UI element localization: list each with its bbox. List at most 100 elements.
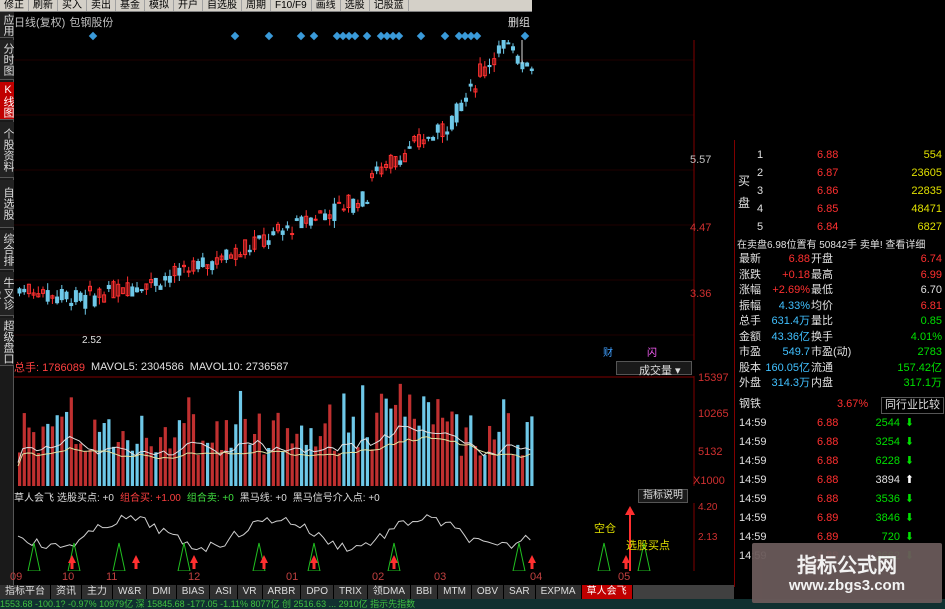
sidebar-item[interactable]: K线图 bbox=[0, 82, 14, 120]
toolbar-item[interactable]: 修正 bbox=[0, 0, 29, 11]
volume-bar bbox=[22, 413, 26, 486]
tab-item[interactable]: OBV bbox=[471, 585, 505, 599]
ind-axis-2: 2.13 bbox=[698, 532, 718, 543]
event-marker[interactable] bbox=[230, 31, 240, 41]
delete-group-label[interactable]: 删组 bbox=[508, 14, 530, 30]
toolbar-item[interactable]: 画线 bbox=[312, 0, 341, 11]
toolbar-item[interactable]: 刷新 bbox=[29, 0, 58, 11]
event-marker[interactable] bbox=[88, 31, 98, 41]
candle-body bbox=[496, 45, 501, 54]
toolbar-item[interactable]: 基金 bbox=[116, 0, 145, 11]
tab-item[interactable]: MTM bbox=[438, 585, 472, 599]
tab-item[interactable]: W&R bbox=[113, 585, 148, 599]
tab-item[interactable]: 草人会飞 bbox=[581, 585, 633, 599]
month-label: 12 bbox=[188, 571, 201, 583]
tick-row: 14:59 6.89 3846 ⬇ bbox=[735, 511, 945, 526]
toolbar-item[interactable]: 记股蓝 bbox=[370, 0, 409, 11]
volume-bar bbox=[276, 412, 280, 486]
quote-value: 160.05亿 bbox=[765, 361, 810, 374]
industry-compare-button[interactable]: 同行业比较 bbox=[881, 397, 944, 414]
event-marker[interactable] bbox=[394, 31, 404, 41]
volume-bar bbox=[417, 425, 421, 486]
flash-icon[interactable]: 闪 bbox=[647, 344, 657, 359]
indicator-help-button[interactable]: 指标说明 bbox=[638, 489, 688, 503]
volume-bar bbox=[36, 453, 40, 486]
candle-body bbox=[360, 191, 365, 207]
event-marker[interactable] bbox=[520, 31, 530, 41]
volume-bar bbox=[483, 455, 487, 486]
toolbar-item[interactable]: 模拟 bbox=[145, 0, 174, 11]
volume-bar bbox=[394, 404, 398, 486]
tab-item[interactable]: TRIX bbox=[333, 585, 368, 599]
order-book-row[interactable]: 2 6.87 23605 bbox=[735, 166, 945, 181]
chart-type-label[interactable]: 日线(复权) bbox=[14, 14, 65, 30]
tab-item[interactable]: 主力 bbox=[82, 585, 113, 599]
vol-axis-2: 10265 bbox=[698, 408, 729, 420]
tab-item[interactable]: ARBR bbox=[262, 585, 302, 599]
event-marker[interactable] bbox=[309, 31, 319, 41]
quote-row: 总手 631.4万 量比 0.85 bbox=[735, 314, 945, 329]
down-arrow-icon: ⬇ bbox=[904, 455, 914, 467]
order-book-row[interactable]: 1 6.88 554 bbox=[735, 148, 945, 163]
event-marker[interactable] bbox=[440, 31, 450, 41]
price-label-high: 5.57 bbox=[690, 154, 712, 166]
tab-item[interactable]: BIAS bbox=[176, 585, 211, 599]
toolbar-item[interactable]: 买入 bbox=[58, 0, 87, 11]
toolbar-item[interactable]: F10/F9 bbox=[271, 0, 312, 11]
volume-select-button[interactable]: 成交量 ▾ bbox=[616, 361, 692, 377]
event-marker[interactable] bbox=[362, 31, 372, 41]
level-volume: 22835 bbox=[911, 185, 942, 197]
toolbar-item[interactable]: 周期 bbox=[242, 0, 271, 11]
order-book-row[interactable]: 3 6.86 22835 bbox=[735, 184, 945, 199]
volume-bar bbox=[492, 439, 496, 486]
sidebar-item[interactable]: 应用 bbox=[0, 12, 14, 38]
level-num: 1 bbox=[757, 149, 764, 161]
toolbar-item[interactable]: 开户 bbox=[174, 0, 203, 11]
sidebar-item[interactable]: 综合排名 bbox=[0, 230, 14, 270]
quote-label: 总手 bbox=[739, 315, 761, 327]
tab-item[interactable]: DPO bbox=[301, 585, 334, 599]
sidebar-item[interactable]: 自选股 bbox=[0, 180, 14, 228]
tab-item[interactable]: ASI bbox=[210, 585, 238, 599]
tab-item[interactable]: 指标平台 bbox=[0, 585, 51, 599]
order-book-row[interactable]: 5 6.84 6827 bbox=[735, 220, 945, 235]
toolbar-item[interactable]: 自选股 bbox=[203, 0, 242, 11]
tick-time: 14:59 bbox=[739, 474, 767, 486]
order-alert-bar[interactable]: 在卖盘6.98位置有 50842手 卖单! 查看详细 bbox=[737, 236, 945, 251]
candle-body bbox=[271, 231, 276, 236]
candle-body bbox=[153, 277, 158, 286]
volume-bar bbox=[389, 408, 393, 486]
event-marker[interactable] bbox=[416, 31, 426, 41]
event-marker[interactable] bbox=[296, 31, 306, 41]
candle-body bbox=[130, 286, 135, 297]
tab-item[interactable]: 资讯 bbox=[51, 585, 82, 599]
candle-body bbox=[196, 261, 201, 270]
tab-item[interactable]: VR bbox=[237, 585, 263, 599]
ind-item-dark-horse-signal: 黑马信号介入点: +0 bbox=[292, 492, 380, 504]
volume-chart[interactable] bbox=[14, 376, 734, 486]
event-marker[interactable] bbox=[472, 31, 482, 41]
volume-bar bbox=[196, 454, 200, 486]
toolbar-item[interactable]: 选股 bbox=[341, 0, 370, 11]
volume-bar bbox=[135, 443, 139, 486]
order-book-row[interactable]: 4 6.85 48471 bbox=[735, 202, 945, 217]
indicator-line bbox=[17, 514, 531, 553]
tab-item[interactable]: SAR bbox=[504, 585, 536, 599]
finance-icon[interactable]: 财 bbox=[603, 344, 613, 359]
tab-item[interactable]: BBI bbox=[411, 585, 439, 599]
tab-item[interactable]: 领DMA bbox=[367, 585, 411, 599]
tab-item[interactable]: EXPMA bbox=[535, 585, 582, 599]
sidebar-item[interactable]: 个股资料 bbox=[0, 122, 14, 178]
quote-value: 6.81 bbox=[920, 299, 942, 312]
tab-item[interactable]: DMI bbox=[147, 585, 177, 599]
sidebar-item[interactable]: 分时图 bbox=[0, 40, 14, 80]
toolbar-item[interactable]: 卖出 bbox=[87, 0, 116, 11]
candlestick-chart[interactable] bbox=[14, 40, 734, 360]
event-marker[interactable] bbox=[350, 31, 360, 41]
candle-body bbox=[351, 198, 356, 213]
sidebar-item[interactable]: 超级盘口 bbox=[0, 318, 14, 366]
tick-volume: 3254 bbox=[875, 436, 900, 448]
volume-bar bbox=[502, 399, 506, 486]
sidebar-item[interactable]: 牛叉诊股 bbox=[0, 272, 14, 316]
event-marker[interactable] bbox=[264, 31, 274, 41]
